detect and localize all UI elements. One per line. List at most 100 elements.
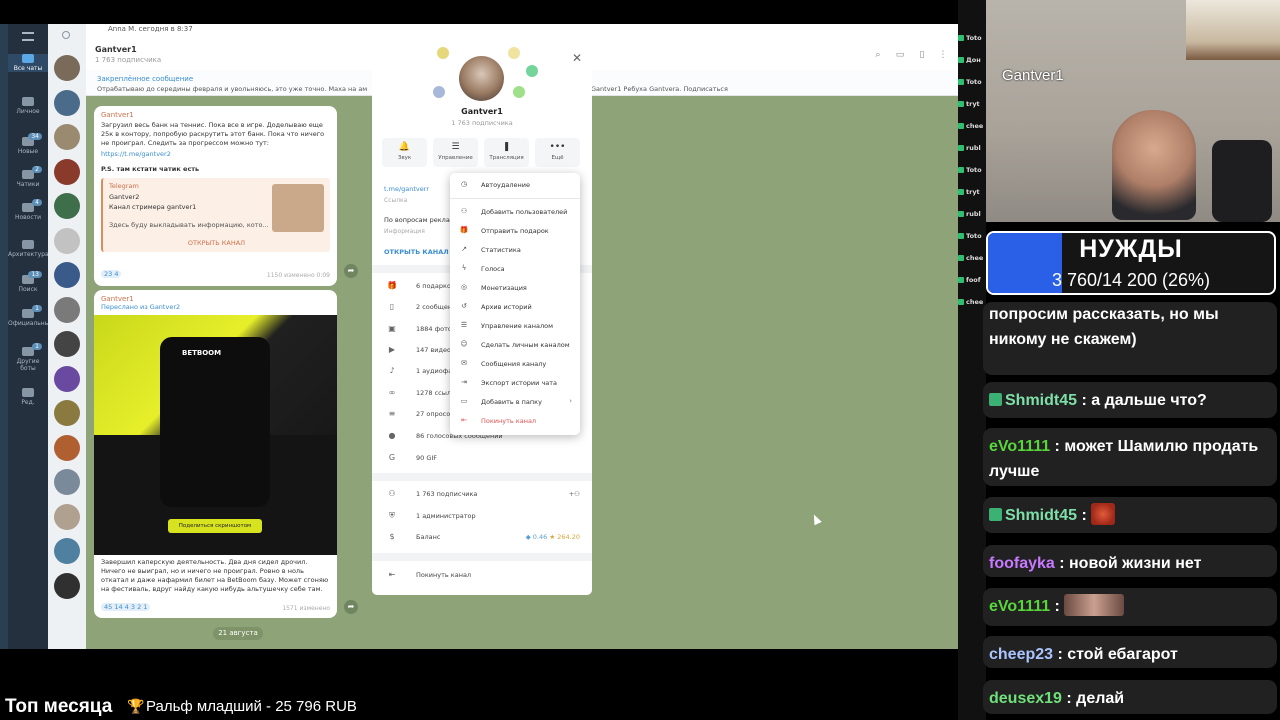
members-row[interactable]: ⚇ 1 763 подписчика +⚇ <box>372 484 592 505</box>
search-icon[interactable] <box>62 31 70 39</box>
poll-icon: ≡ <box>388 409 396 418</box>
link-preview-card[interactable]: Telegram Gantver2 Канал стримера gantver… <box>101 178 330 252</box>
chat-separator: : <box>1061 690 1077 707</box>
admins-row[interactable]: ⛨ 1 администратор <box>372 506 592 527</box>
chat-title[interactable]: Gantver1 <box>95 45 137 54</box>
sound-button[interactable]: 🔔 Звук <box>382 138 427 167</box>
message-link[interactable]: https://t.me/gantver2 <box>101 150 330 158</box>
menu-item-monetization[interactable]: ◎ Монетизация <box>450 278 580 297</box>
chat-avatar[interactable] <box>54 469 80 495</box>
folder-8[interactable]: Другие боты 1 <box>8 343 48 372</box>
boost-icon: ϟ <box>461 264 467 272</box>
chat-avatar[interactable] <box>54 124 80 150</box>
menu-item-export-history[interactable]: ⇥ Экспорт истории чата <box>450 373 580 392</box>
folder-6[interactable]: Поиск 13 <box>8 271 48 293</box>
chat-separator: : <box>1077 392 1092 409</box>
menu-item-add-users[interactable]: ⚇ Добавить пользователей <box>450 202 580 221</box>
chat-username[interactable]: eVo1111 <box>989 598 1050 615</box>
chat-avatar[interactable] <box>54 193 80 219</box>
forwarded-from[interactable]: Переслано из Gantver2 <box>101 303 330 311</box>
menu-item-label: Управление каналом <box>481 322 554 330</box>
chat-avatar[interactable] <box>54 365 80 392</box>
balance-row[interactable]: $ Баланс ◆ 0.46 ★ 264.20 <box>372 527 592 548</box>
folder-5[interactable]: Архитектура <box>8 240 49 258</box>
folder-3[interactable]: Чатики 2 <box>8 166 48 188</box>
menu-item-leave-channel[interactable]: ⇤ Покинуть канал <box>450 411 580 430</box>
message-image[interactable]: BETBOOM Поделиться скриншотом <box>94 315 337 555</box>
badge-icon <box>958 189 964 195</box>
menu-item-manage-channel[interactable]: ☰ Управление каналом <box>450 316 580 335</box>
folder-9[interactable]: Ред. <box>8 388 48 406</box>
open-channel-link[interactable]: ОТКРЫТЬ КАНАЛ <box>384 248 449 256</box>
menu-item-auto-delete[interactable]: ◷ Автоудаление <box>450 175 580 194</box>
message[interactable]: Gantver1 Переслано из Gantver2 BETBOOM П… <box>94 290 337 618</box>
channel-link[interactable]: t.me/gantverr <box>384 185 429 193</box>
chat-avatar[interactable] <box>54 158 80 185</box>
channel-avatar[interactable] <box>459 56 504 101</box>
folder-4[interactable]: Новости 4 <box>8 199 48 221</box>
chat-username[interactable]: Shmidt45 <box>1005 392 1077 409</box>
share-icon[interactable]: ➦ <box>344 600 358 614</box>
close-icon[interactable]: ✕ <box>571 52 583 64</box>
chat-username[interactable]: deusex19 <box>989 690 1062 707</box>
chat-avatar[interactable] <box>54 400 80 426</box>
reactions-text[interactable]: 45 14 4 3 2 1 <box>101 603 151 611</box>
chat-avatar[interactable] <box>54 538 80 564</box>
preview-info: Здесь буду выкладывать информацию, кото.… <box>109 221 269 229</box>
chat-username[interactable]: foofayka <box>989 555 1055 572</box>
folder-0[interactable]: Все чаты <box>8 54 48 72</box>
badge-icon <box>958 277 964 283</box>
more-icon[interactable]: ⋮ <box>938 50 948 60</box>
media-row[interactable]: G 90 GIF <box>372 448 592 469</box>
chat-avatar[interactable] <box>54 331 80 357</box>
broadcast-button[interactable]: ❚ Трансляция <box>484 138 529 167</box>
menu-item-stories-archive[interactable]: ↺ Архив историй <box>450 297 580 316</box>
message-author[interactable]: Gantver1 <box>101 295 337 303</box>
manage-button[interactable]: ☰ Управление <box>433 138 478 167</box>
reactions-text[interactable]: 23 4 <box>101 270 122 278</box>
folder-sidebar: Все чаты Личное Новые 34 Чатики 2 Новости 4 Архи… <box>8 24 53 649</box>
chat-username[interactable]: cheep23 <box>989 646 1053 663</box>
chat-username[interactable]: eVo1111 <box>989 438 1050 455</box>
menu-item-statistics[interactable]: ↗ Статистика <box>450 240 580 259</box>
search-icon[interactable]: ⌕ <box>873 50 883 60</box>
share-icon[interactable]: ➦ <box>344 264 358 278</box>
menu-item-channel-messages[interactable]: ✉ Сообщения каналу <box>450 354 580 373</box>
menu-item-add-to-folder[interactable]: ▭ Добавить в папку › <box>450 392 580 411</box>
more-icon: ••• <box>549 142 566 152</box>
chat-text: новой жизни нет <box>1069 555 1202 572</box>
open-channel-button[interactable]: ОТКРЫТЬ КАНАЛ <box>103 239 330 247</box>
chat-avatar[interactable] <box>54 434 80 461</box>
chat-separator: : <box>1077 507 1092 524</box>
forwarded-name[interactable]: Gantver2 <box>150 303 180 311</box>
chat-username[interactable]: Shmidt45 <box>1005 507 1077 524</box>
folder-7[interactable]: Официальные 1 <box>8 305 53 327</box>
chat-avatar[interactable] <box>54 503 80 530</box>
chat-avatar[interactable] <box>54 262 80 288</box>
dollar-icon: $ <box>389 532 395 541</box>
chat-avatar[interactable] <box>54 89 80 116</box>
chat-avatar[interactable] <box>54 572 80 599</box>
folder-1[interactable]: Личное <box>8 97 48 115</box>
comments-icon[interactable]: ▭ <box>895 50 905 60</box>
menu-item-make-personal[interactable]: ☺ Сделать личным каналом <box>450 335 580 354</box>
folder-2[interactable]: Новые 34 <box>8 133 48 155</box>
reactions[interactable]: 45 14 4 3 2 1 <box>101 603 151 611</box>
message[interactable]: Gantver1 Загрузил весь банк на теннис. П… <box>94 106 337 286</box>
menu-item-boosts[interactable]: ϟ Голоса <box>450 259 580 278</box>
sidebar-toggle-icon[interactable]: ▯ <box>917 50 927 60</box>
person-icon: ☺ <box>460 340 468 348</box>
menu-icon[interactable] <box>22 32 34 41</box>
message-author[interactable]: Gantver1 <box>101 111 337 119</box>
window-title-strip: Anna M. сегодня в 8:37 <box>108 25 193 33</box>
more-button[interactable]: ••• Ещё <box>535 138 580 167</box>
chat-avatar[interactable] <box>54 227 80 254</box>
reactions[interactable]: 23 4 <box>101 270 122 278</box>
chat-text: стой ебагарот <box>1067 646 1178 663</box>
add-member-icon[interactable]: +⚇ <box>569 490 580 498</box>
chat-avatar[interactable] <box>54 55 80 81</box>
menu-item-send-gift[interactable]: 🎁 Отправить подарок <box>450 221 580 240</box>
badge-icon <box>958 57 964 63</box>
chat-avatar[interactable] <box>54 296 80 323</box>
leave-channel-row[interactable]: ⇤ Покинуть канал <box>372 565 592 586</box>
